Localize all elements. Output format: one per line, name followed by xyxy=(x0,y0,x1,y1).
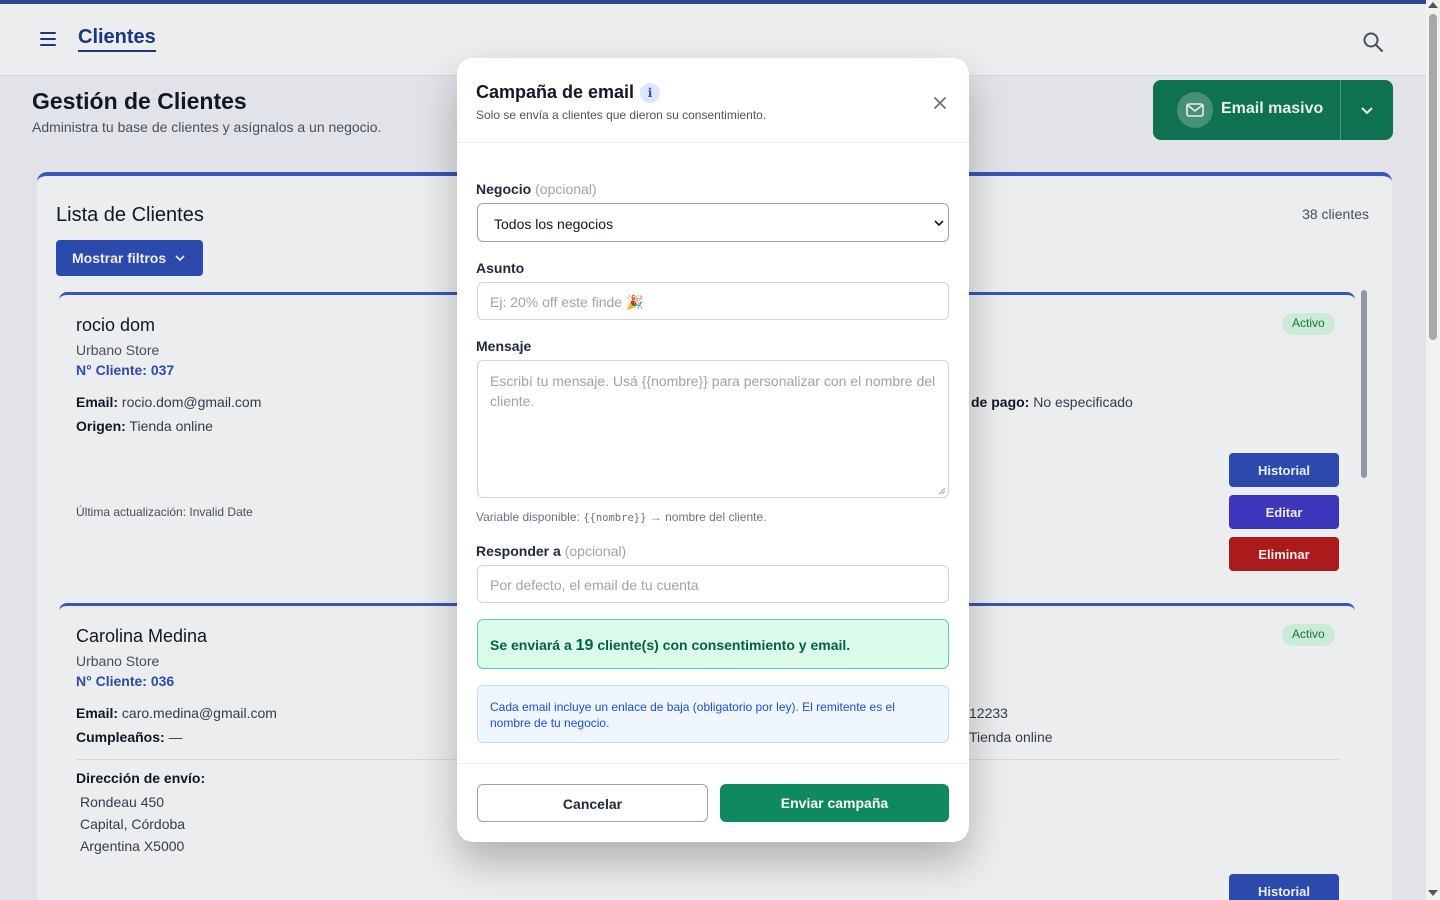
scroll-down-icon[interactable] xyxy=(1428,890,1438,896)
email-campaign-modal: Campaña de email i Solo se envía a clien… xyxy=(457,58,969,842)
mensaje-label: Mensaje xyxy=(476,338,532,354)
resize-handle-icon[interactable] xyxy=(938,487,946,495)
cancel-button[interactable]: Cancelar xyxy=(477,784,708,822)
scrollbar-thumb[interactable] xyxy=(1429,14,1437,340)
asunto-label: Asunto xyxy=(476,260,525,276)
mensaje-placeholder: Escribí tu mensaje. Usá {{nombre}} para … xyxy=(490,373,936,409)
divider xyxy=(457,142,969,143)
responder-input[interactable]: Por defecto, el email de tu cuenta xyxy=(477,565,949,603)
responder-label: Responder a (opcional) xyxy=(476,543,627,559)
negocio-select[interactable]: Todos los negocios xyxy=(477,203,949,242)
modal-title: Campaña de email xyxy=(476,82,635,102)
negocio-label: Negocio (opcional) xyxy=(476,181,597,197)
close-icon[interactable] xyxy=(931,94,949,112)
info-icon[interactable]: i xyxy=(640,83,660,103)
chevron-down-icon xyxy=(934,220,944,227)
legal-notice: Cada email incluye un enlace de baja (ob… xyxy=(477,685,949,743)
mensaje-textarea[interactable]: Escribí tu mensaje. Usá {{nombre}} para … xyxy=(477,360,949,498)
scroll-up-icon[interactable] xyxy=(1428,2,1438,8)
negocio-selected: Todos los negocios xyxy=(494,216,614,232)
variable-hint: Variable disponible: {{nombre}} → nombre… xyxy=(476,510,767,524)
divider xyxy=(457,763,969,764)
asunto-input[interactable]: Ej: 20% off este finde 🎉 xyxy=(477,282,949,320)
modal-subtitle: Solo se envía a clientes que dieron su c… xyxy=(476,108,767,122)
recipient-summary: Se enviará a 19 cliente(s) con consentim… xyxy=(477,619,949,669)
send-campaign-button[interactable]: Enviar campaña xyxy=(720,784,949,822)
